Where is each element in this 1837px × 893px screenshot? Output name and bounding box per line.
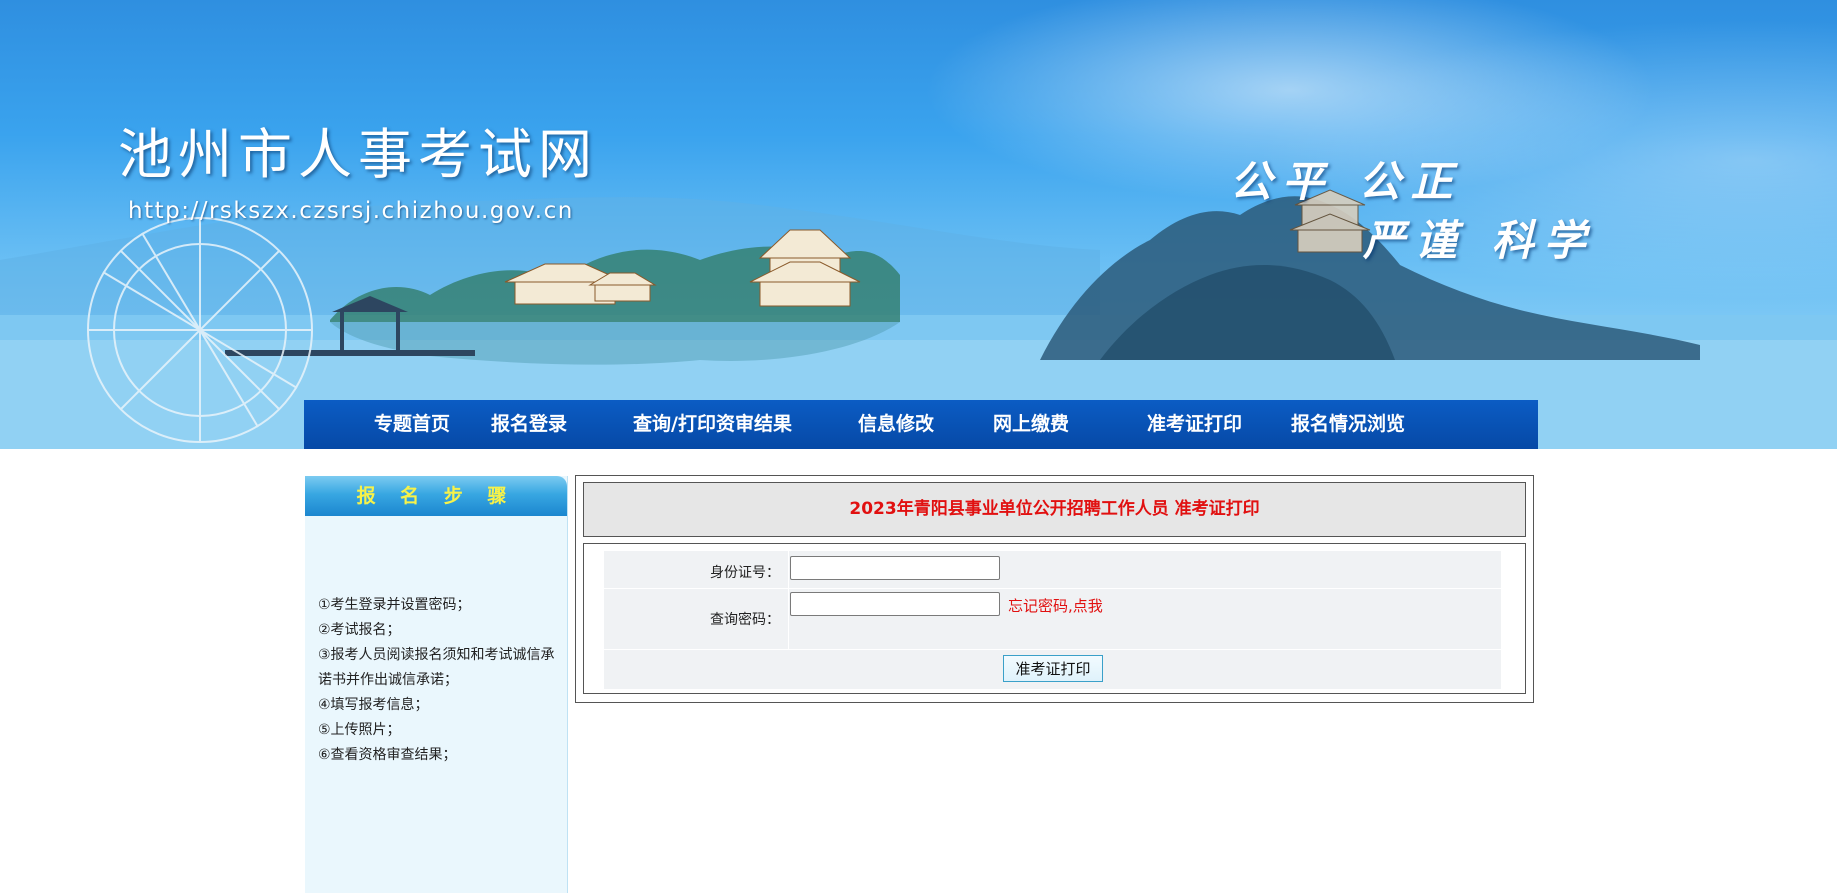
- nav-item-edit-info[interactable]: 信息修改: [858, 400, 934, 449]
- nav-item-login[interactable]: 报名登录: [491, 400, 567, 449]
- password-label: 查询密码：: [710, 612, 780, 628]
- form-row-password: 查询密码： 忘记密码,点我: [604, 589, 1501, 650]
- site-url: http://rskszx.czsrsj.chizhou.gov.cn: [128, 198, 574, 224]
- page-title: 2023年青阳县事业单位公开招聘工作人员 准考证打印: [849, 499, 1260, 519]
- slogan-line-1: 公平 公正: [1230, 157, 1463, 206]
- step-item: ③报考人员阅读报名须知和考试诚信承诺书并作出诚信承诺；: [318, 647, 555, 688]
- form-row-id: 身份证号：: [604, 551, 1501, 589]
- admission-print-panel: 2023年青阳县事业单位公开招聘工作人员 准考证打印 身份证号： 查询密码： 忘…: [575, 475, 1534, 703]
- step-item: ⑥查看资格审查结果；: [318, 747, 457, 763]
- id-number-input[interactable]: [790, 556, 1000, 580]
- password-input[interactable]: [790, 592, 1000, 616]
- print-admission-button[interactable]: 准考证打印: [1003, 655, 1103, 682]
- query-form: 身份证号： 查询密码： 忘记密码,点我 准考证打印: [583, 543, 1526, 694]
- form-row-submit: 准考证打印: [604, 650, 1501, 689]
- step-item: ②考试报名；: [318, 622, 401, 638]
- nav-item-review-results[interactable]: 查询/打印资审结果: [633, 400, 792, 449]
- nav-item-admission-print[interactable]: 准考证打印: [1147, 400, 1242, 449]
- form-table: 身份证号： 查询密码： 忘记密码,点我 准考证打印: [604, 551, 1501, 689]
- step-item: ①考生登录并设置密码；: [318, 597, 471, 613]
- step-item: ④填写报考信息；: [318, 697, 429, 713]
- id-number-label: 身份证号：: [710, 565, 780, 581]
- site-title: 池州市人事考试网: [118, 123, 598, 186]
- slogan-line-2: 严谨 科学: [1363, 216, 1596, 265]
- forgot-password-link[interactable]: 忘记密码,点我: [1008, 595, 1103, 616]
- nav-item-payment[interactable]: 网上缴费: [993, 400, 1069, 449]
- nav-item-home[interactable]: 专题首页: [374, 400, 450, 449]
- panel-title-box: 2023年青阳县事业单位公开招聘工作人员 准考证打印: [583, 482, 1526, 537]
- sidebar: 报 名 步 骤 ①考生登录并设置密码； ②考试报名； ③报考人员阅读报名须知和考…: [305, 476, 568, 893]
- nav-item-registration-stats[interactable]: 报名情况浏览: [1291, 400, 1405, 449]
- registration-steps-list: ①考生登录并设置密码； ②考试报名； ③报考人员阅读报名须知和考试诚信承诺书并作…: [318, 593, 558, 768]
- header-banner: 池州市人事考试网 http://rskszx.czsrsj.chizhou.go…: [0, 0, 1837, 449]
- sidebar-title: 报 名 步 骤: [305, 476, 567, 516]
- main-nav: 专题首页 报名登录 查询/打印资审结果 信息修改 网上缴费 准考证打印 报名情况…: [304, 400, 1538, 449]
- step-item: ⑤上传照片；: [318, 722, 401, 738]
